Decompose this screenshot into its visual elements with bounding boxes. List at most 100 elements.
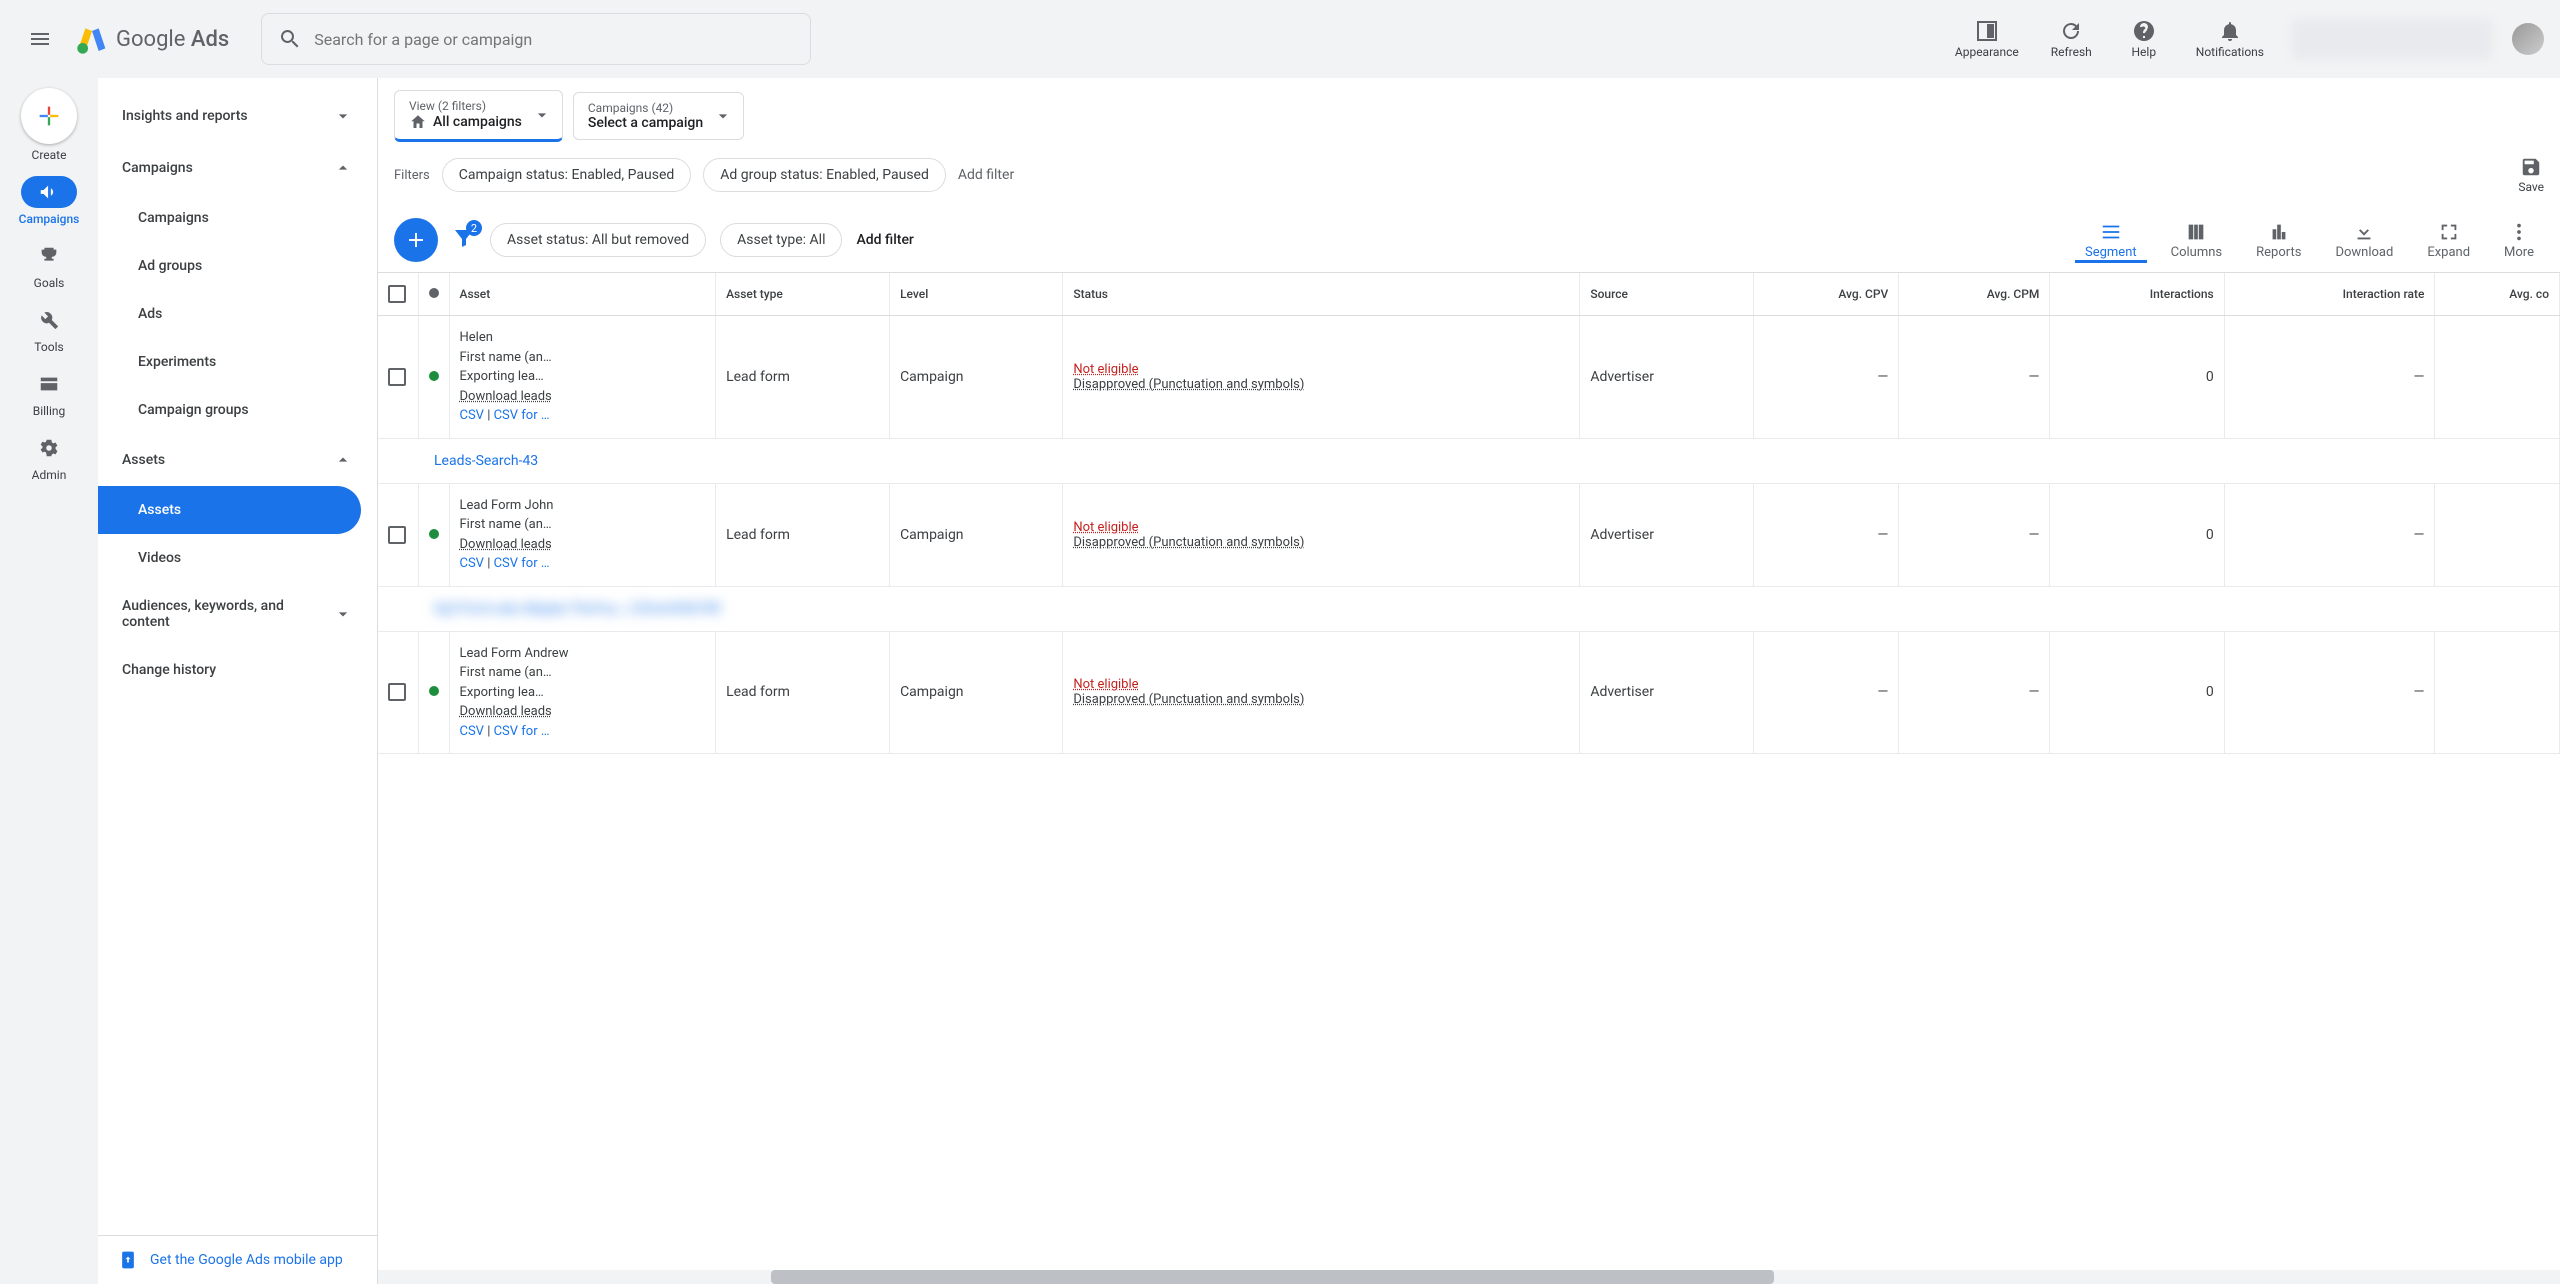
cell-source: Advertiser <box>1580 316 1754 439</box>
col-interactions[interactable]: Interactions <box>2050 273 2224 316</box>
appearance-button[interactable]: Appearance <box>1943 15 2031 63</box>
sidebar-mobile-app[interactable]: Get the Google Ads mobile app <box>98 1235 377 1284</box>
cell-status: Not eligible Disapproved (Punctuation an… <box>1063 631 1580 754</box>
rail-admin[interactable]: Admin <box>21 432 77 482</box>
csv-link[interactable]: CSV <box>460 556 484 571</box>
sidebar-change-history[interactable]: Change history <box>98 646 377 694</box>
notifications-button[interactable]: Notifications <box>2184 15 2276 63</box>
col-avg-cpm[interactable]: Avg. CPM <box>1899 273 2050 316</box>
asset-cell[interactable]: Lead Form John First name (an… Download … <box>449 483 716 586</box>
plus-multicolor-icon <box>35 102 63 130</box>
sidebar-audiences[interactable]: Audiences, keywords, and content <box>98 582 377 646</box>
col-avg-cpv[interactable]: Avg. CPV <box>1753 273 1898 316</box>
cell-interactions: 0 <box>2050 316 2224 439</box>
save-button[interactable]: Save <box>2518 156 2544 194</box>
csv-for-link[interactable]: CSV for … <box>494 408 550 423</box>
row-checkbox[interactable] <box>388 683 406 701</box>
refresh-button[interactable]: Refresh <box>2039 15 2104 63</box>
sidebar-campaign-groups[interactable]: Campaign groups <box>98 386 377 434</box>
more-vertical-icon <box>2508 221 2530 243</box>
table-row: Lead Form Andrew First name (an… Exporti… <box>378 631 2560 754</box>
rail-billing[interactable]: Billing <box>21 368 77 418</box>
sidebar-campaigns-sub[interactable]: Campaigns <box>98 194 377 242</box>
cell-status: Not eligible Disapproved (Punctuation an… <box>1063 316 1580 439</box>
asset-cell[interactable]: Lead Form Andrew First name (an… Exporti… <box>449 631 716 754</box>
google-ads-logo[interactable]: Google Ads <box>76 23 229 55</box>
search-input[interactable] <box>314 30 794 49</box>
add-asset-button[interactable] <box>394 218 438 262</box>
filter-chip-campaign-status[interactable]: Campaign status: Enabled, Paused <box>442 158 692 192</box>
col-asset[interactable]: Asset <box>449 273 716 316</box>
row-checkbox[interactable] <box>388 368 406 386</box>
help-button[interactable]: Help <box>2112 15 2176 63</box>
col-avg-cost[interactable]: Avg. co <box>2435 273 2560 316</box>
campaign-group-row[interactable]: Leads-Search-43 <box>378 438 2560 483</box>
campaign-scope-selector[interactable]: Campaigns (42) Select a campaign <box>573 92 744 140</box>
sidebar-videos[interactable]: Videos <box>98 534 377 582</box>
asset-cell[interactable]: Helen First name (an… Exporting lea… Dow… <box>449 316 716 439</box>
view-scope-selector[interactable]: View (2 filters) All campaigns <box>394 90 563 142</box>
csv-link[interactable]: CSV <box>460 408 484 423</box>
cell-avg-cpv: — <box>1753 631 1898 754</box>
sidebar-insights[interactable]: Insights and reports <box>98 90 377 142</box>
csv-for-link[interactable]: CSV for … <box>494 724 550 739</box>
cell-status: Not eligible Disapproved (Punctuation an… <box>1063 483 1580 586</box>
sidebar: Insights and reports Campaigns Campaigns… <box>98 78 378 1284</box>
chip-asset-type[interactable]: Asset type: All <box>720 223 842 257</box>
cell-interaction-rate: — <box>2224 631 2435 754</box>
search-box[interactable] <box>261 13 811 65</box>
cell-source: Advertiser <box>1580 483 1754 586</box>
campaign-group-row-redacted[interactable]: XyZ-Form-abc-Maybe-TheYou-_1ZXorX456789 <box>378 586 2560 631</box>
reports-button[interactable]: Reports <box>2246 221 2311 260</box>
sidebar-ad-groups[interactable]: Ad groups <box>98 242 377 290</box>
filter-chip-adgroup-status[interactable]: Ad group status: Enabled, Paused <box>703 158 946 192</box>
expand-button[interactable]: Expand <box>2417 221 2480 260</box>
columns-icon <box>2185 221 2207 243</box>
sidebar-campaigns[interactable]: Campaigns <box>98 142 377 194</box>
sidebar-assets-sub[interactable]: Assets <box>98 486 361 534</box>
col-status[interactable]: Status <box>1063 273 1580 316</box>
wrench-icon <box>38 309 60 331</box>
status-dot-enabled <box>429 529 439 539</box>
search-icon <box>278 27 302 51</box>
cell-avg-cpv: — <box>1753 316 1898 439</box>
sidebar-assets[interactable]: Assets <box>98 434 377 486</box>
chevron-up-icon <box>333 158 353 178</box>
scrollbar-thumb[interactable] <box>771 1270 1775 1284</box>
sidebar-experiments[interactable]: Experiments <box>98 338 377 386</box>
filter-funnel-button[interactable]: 2 <box>452 226 476 254</box>
add-filter-toolbar[interactable]: Add filter <box>856 232 913 248</box>
hamburger-menu-icon[interactable] <box>16 15 64 63</box>
download-button[interactable]: Download <box>2325 221 2403 260</box>
assets-table-wrap[interactable]: Asset Asset type Level Status Source Avg… <box>378 273 2560 1270</box>
more-button[interactable]: More <box>2494 221 2544 260</box>
add-filter-link[interactable]: Add filter <box>958 167 1014 183</box>
rail-tools[interactable]: Tools <box>21 304 77 354</box>
main-content: View (2 filters) All campaigns Campaigns… <box>378 78 2560 1284</box>
appearance-icon <box>1975 19 1999 43</box>
col-interaction-rate[interactable]: Interaction rate <box>2224 273 2435 316</box>
rail-goals[interactable]: Goals <box>21 240 77 290</box>
csv-for-link[interactable]: CSV for … <box>494 556 550 571</box>
chip-asset-status[interactable]: Asset status: All but removed <box>490 223 706 257</box>
create-button[interactable]: Create <box>21 88 77 162</box>
horizontal-scrollbar[interactable] <box>378 1270 2560 1284</box>
columns-button[interactable]: Columns <box>2161 221 2233 260</box>
avatar[interactable] <box>2512 23 2544 55</box>
card-icon <box>38 373 60 395</box>
sidebar-ads[interactable]: Ads <box>98 290 377 338</box>
row-checkbox[interactable] <box>388 526 406 544</box>
segment-button[interactable]: Segment <box>2075 221 2147 263</box>
mobile-download-icon <box>118 1250 138 1270</box>
help-icon <box>2132 19 2156 43</box>
col-level[interactable]: Level <box>890 273 1063 316</box>
col-source[interactable]: Source <box>1580 273 1754 316</box>
megaphone-icon <box>38 181 60 203</box>
col-asset-type[interactable]: Asset type <box>716 273 890 316</box>
csv-link[interactable]: CSV <box>460 724 484 739</box>
cell-asset-type: Lead form <box>716 631 890 754</box>
rail-campaigns[interactable]: Campaigns <box>19 176 80 226</box>
status-header-dot <box>429 288 439 298</box>
cell-avg-cost <box>2435 316 2560 439</box>
select-all-checkbox[interactable] <box>388 285 406 303</box>
